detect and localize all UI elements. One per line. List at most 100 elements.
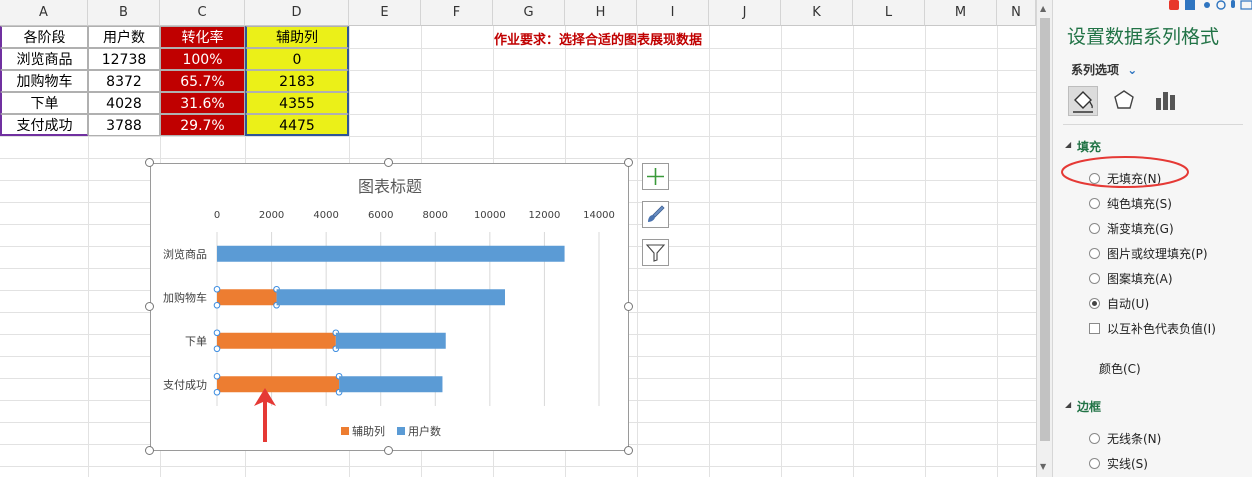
column-header-h[interactable]: H <box>565 0 637 26</box>
series-options-tab[interactable] <box>1151 86 1181 116</box>
column-header-d[interactable]: D <box>245 0 349 26</box>
collapse-triangle-icon[interactable]: ◢ <box>1065 400 1071 409</box>
category-label[interactable]: 下单 <box>185 335 207 348</box>
resize-handle[interactable] <box>145 302 154 311</box>
column-header-e[interactable]: E <box>349 0 421 26</box>
radio-solid-line[interactable]: 实线(S) <box>1089 455 1148 472</box>
cell-users[interactable]: 4028 <box>88 92 160 114</box>
header-cell-stage[interactable]: 各阶段 <box>0 26 88 48</box>
x-tick-label[interactable]: 2000 <box>259 210 284 221</box>
cell-conversion[interactable]: 65.7% <box>160 70 245 92</box>
radio-button[interactable] <box>1089 198 1100 209</box>
fill-section-header[interactable]: 填充 <box>1077 138 1101 155</box>
radio-button[interactable] <box>1089 433 1100 444</box>
radio-button[interactable] <box>1089 273 1100 284</box>
chart-filter-button[interactable] <box>642 239 669 266</box>
resize-handle[interactable] <box>624 158 633 167</box>
x-tick-label[interactable]: 8000 <box>423 210 448 221</box>
radio-button[interactable] <box>1089 458 1100 469</box>
selection-handle[interactable] <box>213 285 221 293</box>
fill-and-line-tab[interactable] <box>1068 86 1098 116</box>
cell-helper[interactable]: 4355 <box>245 92 349 114</box>
chart-title[interactable]: 图表标题 <box>358 177 422 196</box>
spreadsheet-grid[interactable]: A B C D E F G H I J K L M N 各阶段 用户数 转化率 … <box>0 0 1036 477</box>
border-section-header[interactable]: 边框 <box>1077 398 1101 415</box>
header-cell-users[interactable]: 用户数 <box>88 26 160 48</box>
column-header-a[interactable]: A <box>0 0 88 26</box>
cell-stage[interactable]: 支付成功 <box>0 114 88 136</box>
bar[interactable] <box>217 245 565 262</box>
radio-button[interactable] <box>1089 223 1100 234</box>
radio-solid-fill[interactable]: 纯色填充(S) <box>1089 195 1172 212</box>
cell-helper[interactable]: 2183 <box>245 70 349 92</box>
radio-no-line[interactable]: 无线条(N) <box>1089 430 1161 447</box>
scroll-thumb[interactable] <box>1040 18 1050 441</box>
x-tick-label[interactable]: 12000 <box>529 210 561 221</box>
column-header-n[interactable]: N <box>997 0 1036 26</box>
column-header-b[interactable]: B <box>88 0 160 26</box>
scroll-down-icon[interactable]: ▼ <box>1040 462 1046 471</box>
selection-handle[interactable] <box>213 345 221 353</box>
legend-entry[interactable]: 辅助列 <box>352 424 385 438</box>
radio-button-selected[interactable] <box>1089 298 1100 309</box>
header-cell-conversion[interactable]: 转化率 <box>160 26 245 48</box>
radio-picture-fill[interactable]: 图片或纹理填充(P) <box>1089 245 1208 262</box>
x-tick-label[interactable]: 0 <box>214 210 220 221</box>
resize-handle[interactable] <box>624 302 633 311</box>
chart-area[interactable]: 图表标题 0 2000 4000 6000 8000 10000 12000 14000 浏览商品… <box>150 163 629 451</box>
cell-stage[interactable]: 浏览商品 <box>0 48 88 70</box>
resize-handle[interactable] <box>145 446 154 455</box>
task-requirement-note[interactable]: 作业要求：选择合适的图表展现数据 <box>494 29 702 48</box>
invert-if-negative-checkbox[interactable]: 以互补色代表负值(I) <box>1089 320 1216 337</box>
selection-handle[interactable] <box>213 372 221 380</box>
column-header-f[interactable]: F <box>421 0 493 26</box>
selection-handle[interactable] <box>213 388 221 396</box>
series-options-dropdown[interactable]: 系列选项 ⌄ <box>1071 61 1137 78</box>
category-label[interactable]: 支付成功 <box>163 378 207 391</box>
selection-handle[interactable] <box>213 301 221 309</box>
bar[interactable] <box>339 376 443 393</box>
checkbox[interactable] <box>1089 323 1100 334</box>
cell-users[interactable]: 8372 <box>88 70 160 92</box>
x-tick-label[interactable]: 14000 <box>583 210 615 221</box>
cell-conversion[interactable]: 29.7% <box>160 114 245 136</box>
column-header-c[interactable]: C <box>160 0 245 26</box>
cell-helper[interactable]: 4475 <box>245 114 349 136</box>
column-header-l[interactable]: L <box>853 0 925 26</box>
column-header-g[interactable]: G <box>493 0 565 26</box>
radio-automatic-fill[interactable]: 自动(U) <box>1089 295 1149 312</box>
bar[interactable] <box>276 289 506 306</box>
vertical-scrollbar[interactable]: ▲ ▼ <box>1036 0 1052 477</box>
input-method-toolbar[interactable] <box>1167 0 1252 12</box>
resize-handle[interactable] <box>384 446 393 455</box>
resize-handle[interactable] <box>384 158 393 167</box>
legend-swatch[interactable] <box>341 427 349 435</box>
column-header-k[interactable]: K <box>781 0 853 26</box>
effects-tab[interactable] <box>1110 86 1140 116</box>
cell-stage[interactable]: 加购物车 <box>0 70 88 92</box>
bar[interactable] <box>217 332 336 349</box>
column-header-j[interactable]: J <box>709 0 781 26</box>
chart-elements-button[interactable] <box>642 163 669 190</box>
radio-pattern-fill[interactable]: 图案填充(A) <box>1089 270 1173 287</box>
cell-helper[interactable]: 0 <box>245 48 349 70</box>
resize-handle[interactable] <box>145 158 154 167</box>
x-tick-label[interactable]: 4000 <box>313 210 338 221</box>
color-picker-label[interactable]: 颜色(C) <box>1099 360 1141 377</box>
header-cell-helper[interactable]: 辅助列 <box>245 26 349 48</box>
x-tick-label[interactable]: 6000 <box>368 210 393 221</box>
cell-stage[interactable]: 下单 <box>0 92 88 114</box>
chart-styles-button[interactable] <box>642 201 669 228</box>
bar-chart[interactable]: 图表标题 0 2000 4000 6000 8000 10000 12000 14000 浏览商品… <box>151 164 630 452</box>
cell-users[interactable]: 3788 <box>88 114 160 136</box>
bar[interactable] <box>335 332 446 349</box>
column-header-m[interactable]: M <box>925 0 997 26</box>
radio-gradient-fill[interactable]: 渐变填充(G) <box>1089 220 1174 237</box>
cell-users[interactable]: 12738 <box>88 48 160 70</box>
radio-button[interactable] <box>1089 248 1100 259</box>
category-label[interactable]: 加购物车 <box>163 290 207 304</box>
legend-swatch[interactable] <box>397 427 405 435</box>
column-header-i[interactable]: I <box>637 0 709 26</box>
scroll-up-icon[interactable]: ▲ <box>1040 4 1046 13</box>
bar[interactable] <box>217 289 277 306</box>
